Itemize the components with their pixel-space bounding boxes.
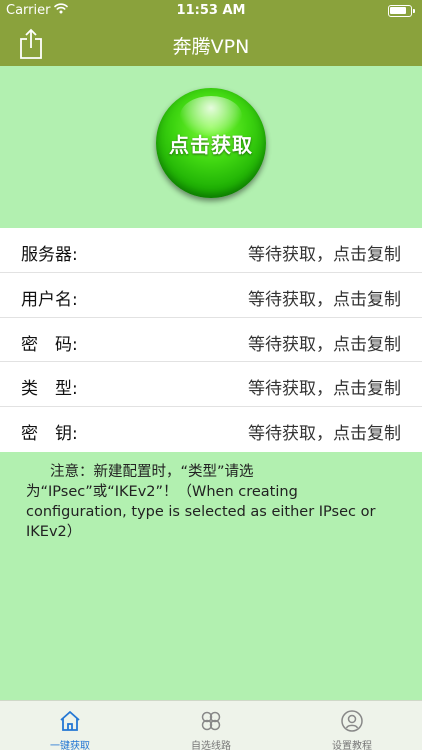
info-key: 密 码: — [21, 334, 78, 355]
clover-icon — [201, 711, 221, 731]
tab-label: 设置教程 — [332, 741, 372, 750]
info-row-server[interactable]: 服务器: 等待获取，点击复制 — [0, 228, 422, 273]
tab-bar: 一键获取 自选线路 设置教程 — [0, 700, 422, 750]
page-title: 奔腾VPN — [172, 36, 250, 58]
tab-label: 一键获取 — [50, 741, 90, 750]
info-value: 等待获取，点击复制 — [248, 289, 401, 310]
info-value: 等待获取，点击复制 — [248, 334, 401, 355]
account-info-list: 服务器: 等待获取，点击复制 用户名: 等待获取，点击复制 密 码: 等待获取，… — [0, 228, 422, 452]
tab-tutorial[interactable]: 设置教程 — [282, 701, 422, 750]
info-row-username[interactable]: 用户名: 等待获取，点击复制 — [0, 273, 422, 318]
user-circle-icon — [341, 710, 363, 732]
info-key: 密 钥: — [21, 424, 78, 445]
info-key: 服务器: — [21, 245, 78, 265]
info-key: 用户名: — [21, 289, 78, 310]
battery-icon — [388, 5, 415, 17]
status-time: 11:53 AM — [176, 3, 246, 18]
get-account-button-label: 点击获取 — [169, 132, 253, 157]
navigation-bar: 奔腾VPN — [0, 22, 422, 66]
info-row-password[interactable]: 密 码: 等待获取，点击复制 — [0, 318, 422, 363]
home-icon — [60, 711, 80, 731]
hero-area: 点击获取 — [0, 66, 422, 228]
get-account-button[interactable]: 点击获取 — [156, 88, 266, 198]
info-row-type[interactable]: 类 型: 等待获取，点击复制 — [0, 362, 422, 408]
notice-text: 注意：新建配置时，“类型”请选为“IPsec”或“IKEv2”！（When cr… — [26, 464, 376, 540]
info-key: 类 型: — [21, 379, 78, 400]
info-row-key[interactable]: 密 钥: 等待获取，点击复制 — [0, 407, 422, 452]
info-value: 等待获取，点击复制 — [248, 245, 401, 265]
info-value: 等待获取，点击复制 — [248, 379, 401, 400]
status-bar: Carrier 11:53 AM — [0, 0, 422, 22]
tab-one-click[interactable]: 一键获取 — [0, 701, 140, 750]
tab-select-route[interactable]: 自选线路 — [141, 701, 281, 750]
info-value: 等待获取，点击复制 — [248, 424, 401, 445]
tab-label: 自选线路 — [191, 741, 231, 750]
